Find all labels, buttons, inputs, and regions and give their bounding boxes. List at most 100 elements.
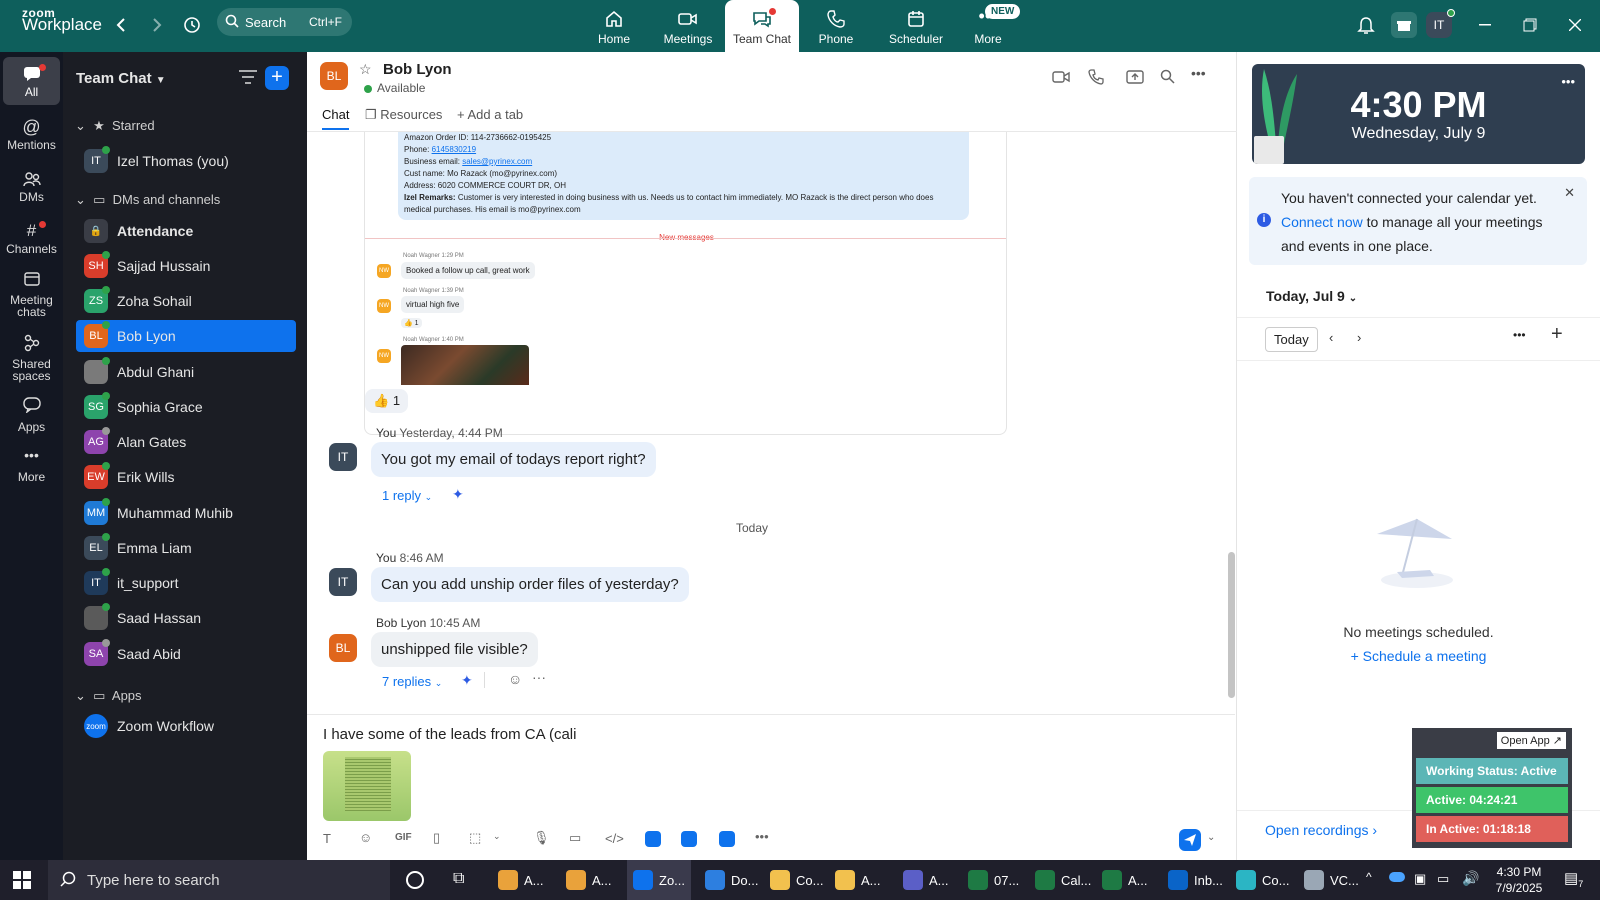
- rail-mentions[interactable]: @ Mentions: [3, 112, 60, 160]
- message-bubble[interactable]: Can you add unship order files of yester…: [371, 567, 689, 602]
- task-view-icon[interactable]: ⧉: [453, 870, 464, 888]
- rail-channels[interactable]: # Channels: [3, 216, 60, 264]
- taskbar-app-excel[interactable]: Cal...: [1029, 860, 1097, 900]
- taskbar-app-chrome[interactable]: A...: [560, 860, 618, 900]
- contact-item[interactable]: EL Emma Liam: [76, 532, 296, 564]
- forwarded-message-preview[interactable]: Amazon Order ID: 114-2736662-0195425 Pho…: [364, 132, 1007, 435]
- taskbar-app-download[interactable]: Do...: [699, 860, 764, 900]
- rail-all[interactable]: All: [3, 57, 60, 105]
- contact-item[interactable]: ZS Zoha Sohail: [76, 285, 296, 317]
- contact-item[interactable]: 🔒 Attendance: [76, 215, 296, 247]
- contact-item[interactable]: IT Izel Thomas (you): [76, 145, 296, 177]
- contact-item[interactable]: SA Saad Abid: [76, 638, 296, 670]
- more-options-icon[interactable]: •••: [755, 829, 769, 844]
- search-box[interactable]: Search Ctrl+F: [217, 8, 352, 36]
- section-dms-channels[interactable]: ⌄ ▭ DMs and channels: [75, 192, 220, 208]
- taskbar-app-folder[interactable]: A...: [829, 860, 887, 900]
- chevron-down-icon[interactable]: ⌄: [493, 831, 501, 842]
- tab-resources[interactable]: ❐ Resources: [365, 107, 442, 123]
- gift-icon[interactable]: [1391, 12, 1417, 38]
- contact-item[interactable]: EW Erik Wills: [76, 461, 296, 493]
- close-icon[interactable]: ✕: [1564, 185, 1575, 201]
- new-chat-button[interactable]: +: [265, 66, 289, 90]
- rail-apps[interactable]: Apps: [3, 392, 60, 438]
- notification-center-icon[interactable]: ▤7: [1564, 869, 1583, 889]
- cortana-icon[interactable]: [406, 871, 424, 889]
- taskbar-app-zoom[interactable]: Zo...: [627, 860, 692, 900]
- contact-item[interactable]: Saad Hassan: [76, 602, 296, 634]
- ai-sparkle-icon[interactable]: ✦: [461, 672, 473, 689]
- chevron-down-icon[interactable]: ⌄: [1207, 832, 1215, 843]
- reaction-chip[interactable]: 👍 1: [365, 389, 409, 413]
- section-apps[interactable]: ⌄ ▭ Apps: [75, 688, 142, 704]
- contact-item[interactable]: IT it_support: [76, 567, 296, 599]
- contact-item[interactable]: BL Bob Lyon: [76, 320, 296, 352]
- tab-phone[interactable]: Phone: [799, 0, 873, 52]
- file-icon[interactable]: ▯: [433, 830, 440, 846]
- more-options-icon[interactable]: •••: [1191, 65, 1206, 81]
- send-button[interactable]: [1179, 829, 1201, 851]
- taskbar-app-outlook[interactable]: Inb...: [1162, 860, 1229, 900]
- star-icon[interactable]: ☆: [359, 61, 372, 78]
- video-call-icon[interactable]: [1052, 70, 1070, 87]
- rail-shared-spaces[interactable]: Shared spaces: [3, 330, 60, 388]
- microphone-icon[interactable]: 🎙: [533, 830, 550, 846]
- contact-item[interactable]: Abdul Ghani: [76, 356, 296, 388]
- video-message-icon[interactable]: ▭: [569, 830, 581, 846]
- schedule-meeting-link[interactable]: + Schedule a meeting: [1237, 648, 1600, 664]
- scrollbar-thumb[interactable]: [1228, 552, 1235, 698]
- connect-now-link[interactable]: Connect now: [1281, 214, 1363, 230]
- section-starred[interactable]: ⌄ ★ Starred: [75, 118, 155, 134]
- search-icon[interactable]: [1160, 69, 1175, 87]
- more-options-icon[interactable]: ···: [532, 669, 546, 685]
- taskbar-app-vc[interactable]: VC...: [1298, 860, 1365, 900]
- share-screen-icon[interactable]: [1126, 69, 1144, 88]
- message-bubble[interactable]: unshipped file visible?: [371, 632, 538, 667]
- taskbar-app-edge[interactable]: Co...: [1230, 860, 1295, 900]
- add-event-icon[interactable]: +: [1551, 323, 1563, 346]
- zoom-notes-icon[interactable]: [719, 831, 735, 847]
- gif-thumbnail[interactable]: [401, 345, 529, 385]
- prev-day-icon[interactable]: ‹: [1329, 330, 1333, 345]
- forward-arrow-icon[interactable]: [146, 14, 168, 36]
- contact-name[interactable]: Bob Lyon: [383, 61, 452, 78]
- code-icon[interactable]: </>: [605, 831, 624, 846]
- replies-link[interactable]: 7 replies ⌄: [382, 674, 442, 689]
- rail-meeting-chats[interactable]: Meeting chats: [3, 266, 60, 324]
- contact-item[interactable]: AG Alan Gates: [76, 426, 296, 458]
- more-options-icon[interactable]: •••: [1561, 74, 1575, 89]
- more-options-icon[interactable]: •••: [1513, 328, 1526, 342]
- restore-icon[interactable]: [1519, 14, 1541, 36]
- attachment-thumbnail[interactable]: [323, 751, 411, 821]
- security-icon[interactable]: ▣: [1414, 871, 1426, 887]
- screenshot-icon[interactable]: ⬚: [469, 830, 481, 846]
- phone-call-icon[interactable]: [1088, 69, 1104, 88]
- emoji-icon[interactable]: ☺: [359, 830, 372, 845]
- replies-link[interactable]: 1 reply ⌄: [382, 488, 432, 503]
- taskbar-app-excel[interactable]: A...: [1096, 860, 1154, 900]
- tab-add[interactable]: + Add a tab: [457, 107, 523, 122]
- notifications-bell-icon[interactable]: [1355, 14, 1377, 36]
- today-button[interactable]: Today: [1265, 327, 1318, 352]
- tab-scheduler[interactable]: Scheduler: [873, 0, 959, 52]
- tab-meetings[interactable]: Meetings: [651, 0, 725, 52]
- sidebar-title[interactable]: Team Chat ▼: [76, 70, 166, 87]
- taskbar-app-excel[interactable]: 07...: [962, 860, 1025, 900]
- message-bubble[interactable]: You got my email of todays report right?: [371, 442, 656, 477]
- back-arrow-icon[interactable]: [110, 14, 132, 36]
- taskbar-search[interactable]: Type here to search: [48, 860, 390, 900]
- add-reaction-icon[interactable]: ☺: [508, 671, 522, 687]
- open-recordings-link[interactable]: Open recordings ›: [1265, 822, 1377, 838]
- text-format-icon[interactable]: T: [323, 831, 331, 846]
- onedrive-icon[interactable]: [1389, 872, 1405, 882]
- contact-item[interactable]: SH Sajjad Hussain: [76, 250, 296, 282]
- volume-icon[interactable]: 🔊: [1462, 870, 1479, 887]
- taskbar-app-folder[interactable]: Co...: [764, 860, 829, 900]
- day-selector[interactable]: Today, Jul 9 ⌄: [1266, 288, 1357, 304]
- contact-item[interactable]: SG Sophia Grace: [76, 391, 296, 423]
- history-icon[interactable]: [181, 14, 203, 36]
- ai-sparkle-icon[interactable]: ✦: [452, 486, 464, 503]
- close-icon[interactable]: [1564, 14, 1586, 36]
- clock[interactable]: 4:30 PM 7/9/2025: [1492, 864, 1546, 896]
- open-app-button[interactable]: Open App ↗: [1496, 732, 1566, 749]
